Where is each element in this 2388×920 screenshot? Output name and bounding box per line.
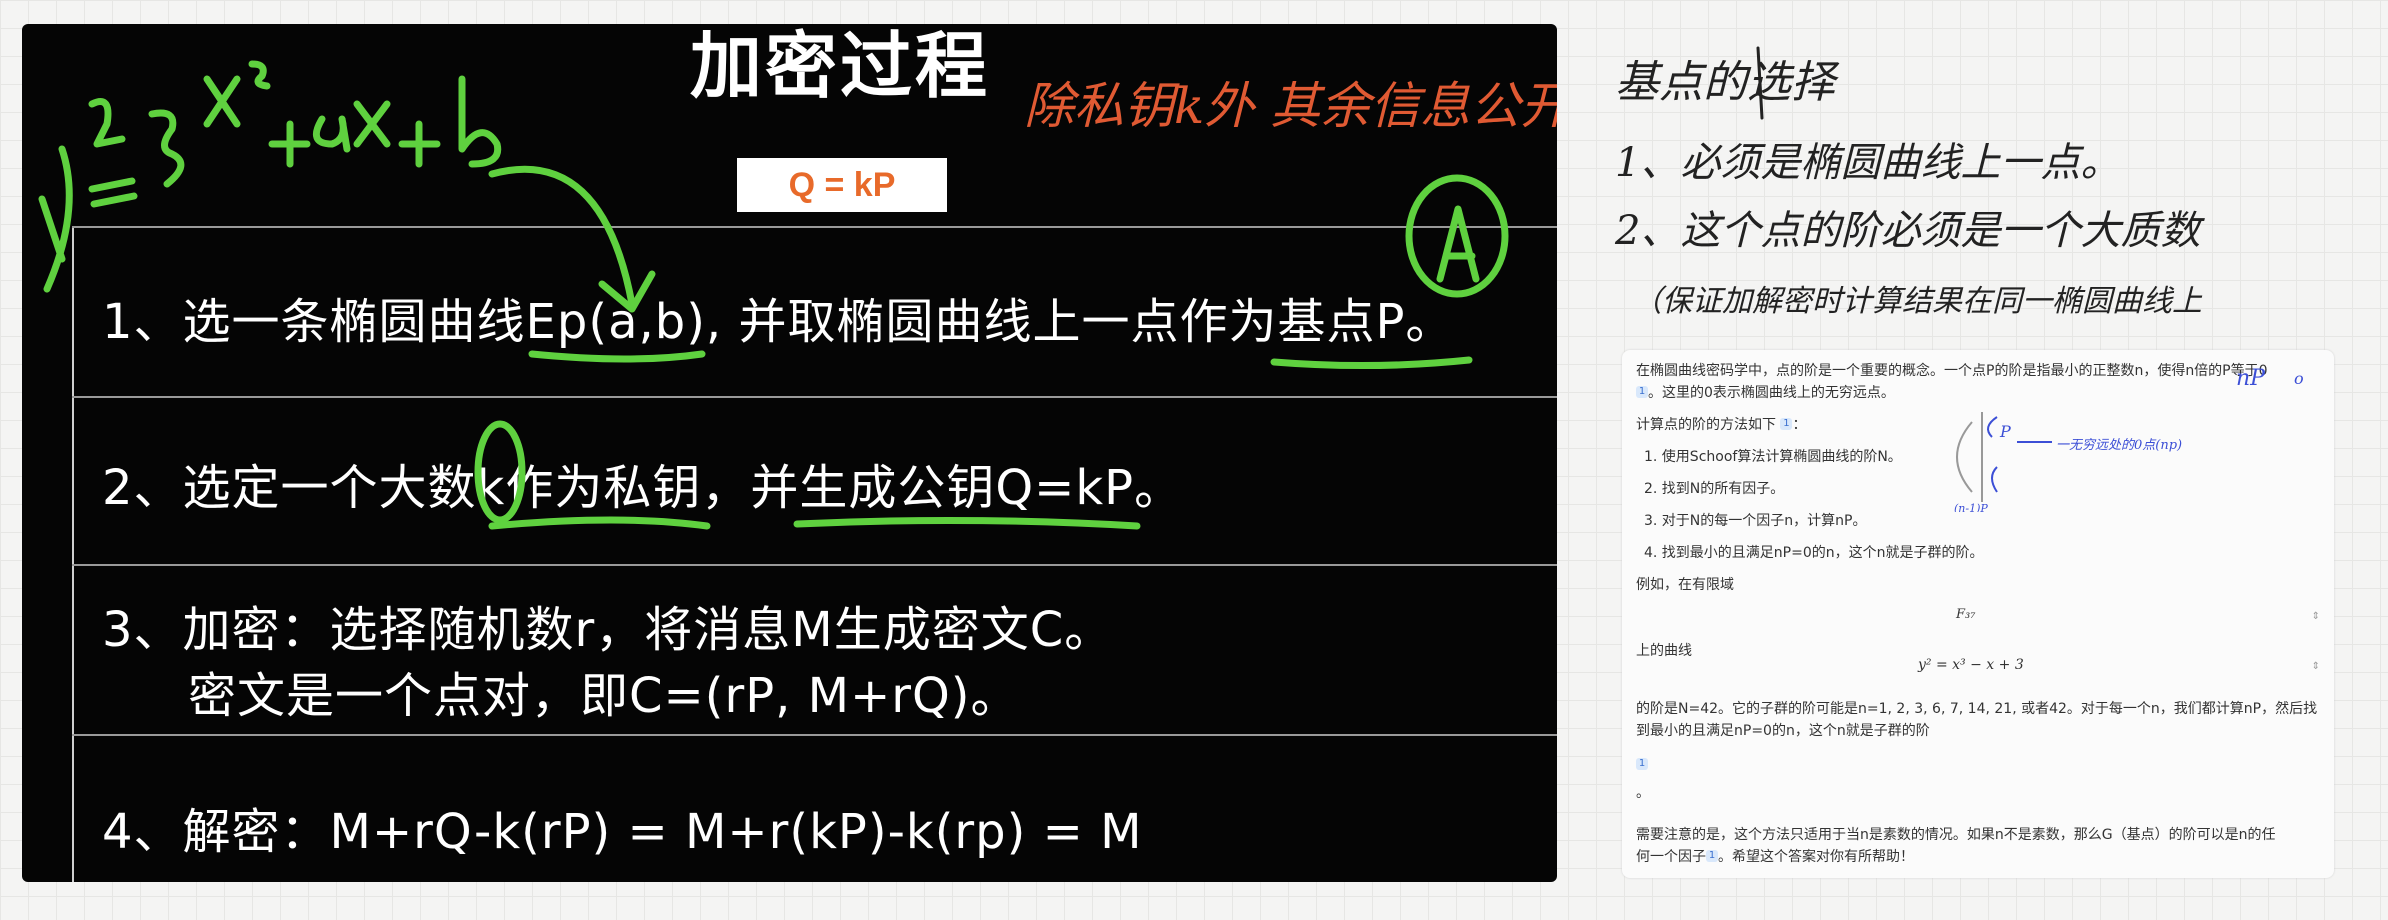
answer-intro: 在椭圆曲线密码学中，点的阶是一个重要的概念。一个点P的阶是指最小的正整数n，使得…	[1636, 363, 2268, 379]
lecture-slide: 加密过程 除私钥k外 其余信息公开 Q = kP 1、选一条椭圆曲线Ep(a,b…	[22, 24, 1557, 882]
curve-label: 上的曲线	[1636, 643, 1692, 659]
citation-badge[interactable]: 1	[1780, 418, 1793, 430]
margin-np: nP	[2236, 366, 2265, 391]
figure-neg-label: (n-1)P	[1954, 502, 1988, 512]
step-item: 3. 对于N的每一个因子n，计算nP。	[1644, 513, 1867, 529]
formula-scroll-icon[interactable]: ⇕	[2312, 606, 2320, 628]
method-title: 计算点的阶的方法如下 1：	[1636, 417, 1807, 433]
answer-card: 在椭圆曲线密码学中，点的阶是一个重要的概念。一个点P的阶是指最小的正整数n，使得…	[1622, 350, 2334, 878]
result-text-2: 到最小的且满足nP=0的n，这个n就是子群的阶	[1636, 723, 1930, 739]
notes-point-3: （保证加解密时计算结果在同一椭圆曲线上	[1632, 284, 2202, 319]
citation-row: 1	[1636, 754, 1648, 776]
formula-scroll-icon[interactable]: ⇕	[2312, 656, 2320, 678]
notes-point-2: 2、这个点的阶必须是一个大质数	[1615, 208, 2201, 254]
step-item: 1. 使用Schoof算法计算椭圆曲线的阶N。	[1644, 449, 1902, 465]
notes-heading: 基点的选择	[1615, 57, 1835, 108]
result-text: 的阶是N=42。它的子群的阶可能是n=1, 2, 3, 6, 7, 14, 21…	[1636, 701, 2318, 717]
citation-badge[interactable]: 1	[1636, 758, 1648, 770]
ink-figure: P (n-1)P 一无穷远处的0点(np)	[1954, 412, 2182, 512]
note-text-2: 何一个因子 1 。希望这个答案对你有所帮助！	[1636, 849, 1914, 865]
field-formula: F₃₇	[1956, 607, 1976, 622]
margin-o: o	[2294, 369, 2304, 388]
figure-annotation: 一无穷远处的0点(np)	[2056, 437, 2182, 453]
citation-badge[interactable]: 1	[1706, 850, 1718, 862]
note-text: 需要注意的是，这个方法只适用于当n是素数的情况。如果n不是素数，那么G（基点）的…	[1636, 827, 2276, 843]
notes-point-1: 1、必须是椭圆曲线上一点。	[1615, 140, 2121, 186]
ink-overlay	[38, 60, 1509, 530]
citation-badge[interactable]: 1	[1636, 386, 1648, 398]
separator-dot: 。	[1636, 785, 1650, 801]
example-text: 例如，在有限域	[1636, 577, 1734, 593]
step-item: 2. 找到N的所有因子。	[1644, 481, 1785, 497]
figure-point-label: P	[1999, 422, 2011, 441]
curve-formula: y² = x³ − x + 3	[1918, 657, 2024, 673]
answer-intro-2: 1 。这里的0表示椭圆曲线上的无穷远点。	[1636, 382, 1895, 404]
step-item: 4. 找到最小的且满足nP=0的n，这个n就是子群的阶。	[1644, 545, 1984, 561]
